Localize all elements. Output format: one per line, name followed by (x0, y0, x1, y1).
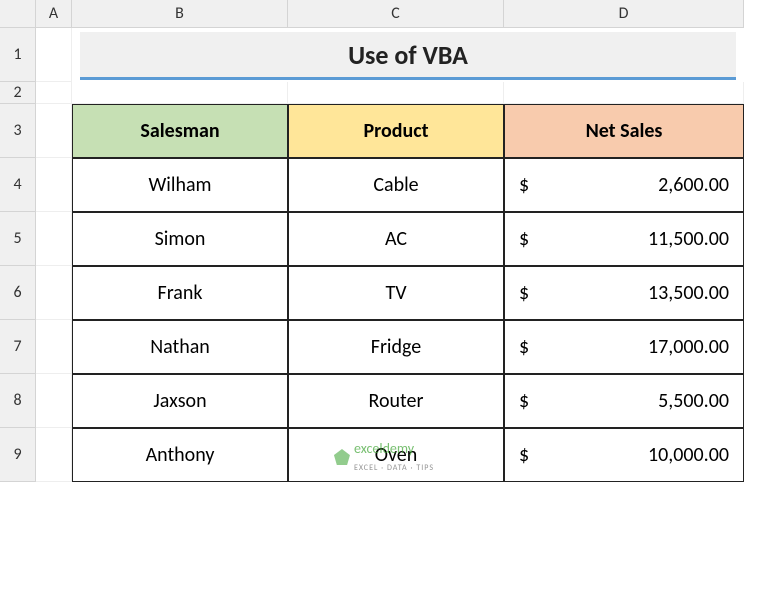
cell-A5[interactable] (36, 212, 72, 266)
currency-symbol: $ (519, 443, 529, 467)
cell-salesman[interactable]: Nathan (72, 320, 288, 374)
cell-product[interactable]: AC (288, 212, 504, 266)
row-header-9[interactable]: 9 (0, 428, 36, 482)
currency-symbol: $ (519, 335, 529, 359)
select-all-corner[interactable] (0, 0, 36, 28)
currency-symbol: $ (519, 281, 529, 305)
cell-salesman[interactable]: Frank (72, 266, 288, 320)
cell-product[interactable]: Oven (288, 428, 504, 482)
cell-product[interactable]: Router (288, 374, 504, 428)
cell-A6[interactable] (36, 266, 72, 320)
row-header-5[interactable]: 5 (0, 212, 36, 266)
cell-A7[interactable] (36, 320, 72, 374)
page-title: Use of VBA (80, 32, 736, 80)
amount: 2,600.00 (658, 173, 729, 197)
cell-A3[interactable] (36, 104, 72, 158)
row-header-3[interactable]: 3 (0, 104, 36, 158)
col-header-B[interactable]: B (72, 0, 288, 28)
col-header-C[interactable]: C (288, 0, 504, 28)
cell-A2[interactable] (36, 82, 72, 104)
cell-product[interactable]: TV (288, 266, 504, 320)
spreadsheet-grid: A B C D 1 2 3 4 5 6 7 8 9 Use of VBA Sal… (0, 0, 768, 482)
currency-symbol: $ (519, 173, 529, 197)
amount: 11,500.00 (648, 227, 729, 251)
currency-symbol: $ (519, 227, 529, 251)
cell-salesman[interactable]: Simon (72, 212, 288, 266)
row-header-7[interactable]: 7 (0, 320, 36, 374)
cell-B3[interactable] (72, 82, 288, 104)
cell-netsales[interactable]: $ 5,500.00 (504, 374, 744, 428)
row-header-6[interactable]: 6 (0, 266, 36, 320)
col-header-A[interactable]: A (36, 0, 72, 28)
cell-salesman[interactable]: Jaxson (72, 374, 288, 428)
row-header-1[interactable]: 1 (0, 28, 36, 82)
amount: 17,000.00 (648, 335, 729, 359)
col-header-D[interactable]: D (504, 0, 744, 28)
cell-product[interactable]: Cable (288, 158, 504, 212)
header-netsales[interactable]: Net Sales (504, 104, 744, 158)
amount: 5,500.00 (658, 389, 729, 413)
currency-symbol: $ (519, 389, 529, 413)
row-header-8[interactable]: 8 (0, 374, 36, 428)
amount: 10,000.00 (648, 443, 729, 467)
row-header-2[interactable]: 2 (0, 82, 36, 104)
cell-salesman[interactable]: Anthony (72, 428, 288, 482)
cell-A9[interactable] (36, 428, 72, 482)
cell-product[interactable]: Fridge (288, 320, 504, 374)
cell-C3[interactable] (288, 82, 504, 104)
cell-netsales[interactable]: $ 13,500.00 (504, 266, 744, 320)
cell-netsales[interactable]: $ 2,600.00 (504, 158, 744, 212)
cell-D3[interactable] (504, 82, 744, 104)
header-product[interactable]: Product (288, 104, 504, 158)
cell-A8[interactable] (36, 374, 72, 428)
cell-netsales[interactable]: $ 11,500.00 (504, 212, 744, 266)
cell-netsales[interactable]: $ 17,000.00 (504, 320, 744, 374)
cell-netsales[interactable]: $ 10,000.00 (504, 428, 744, 482)
row-header-4[interactable]: 4 (0, 158, 36, 212)
cell-A1[interactable] (36, 28, 72, 82)
header-salesman[interactable]: Salesman (72, 104, 288, 158)
amount: 13,500.00 (648, 281, 729, 305)
cell-A4[interactable] (36, 158, 72, 212)
cell-salesman[interactable]: Wilham (72, 158, 288, 212)
